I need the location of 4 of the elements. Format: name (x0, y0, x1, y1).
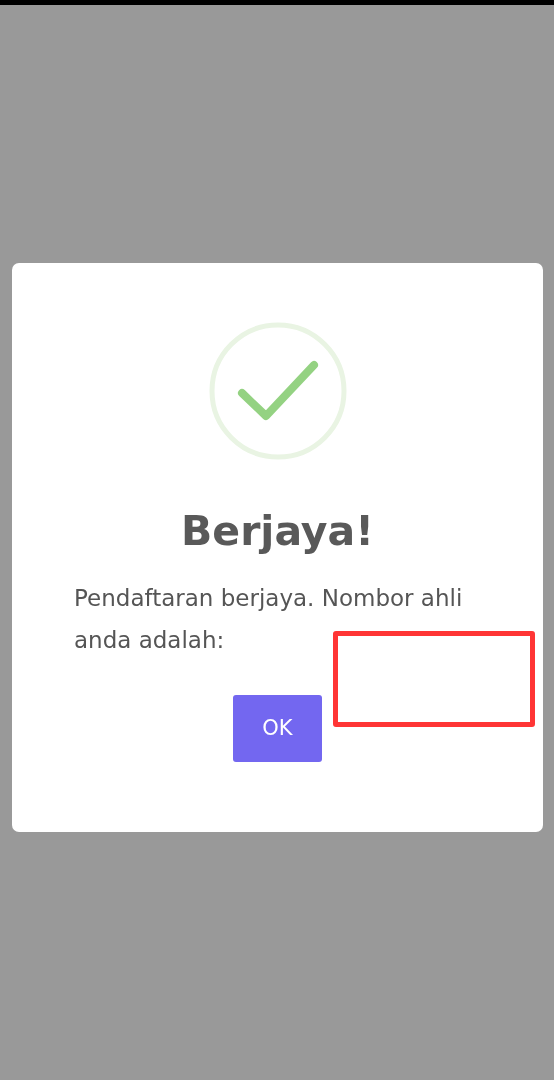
ok-button[interactable]: OK (233, 694, 322, 762)
success-check-icon (207, 321, 348, 461)
dialog-message: Pendaftaran berjaya. Nombor ahli anda adalah: (74, 584, 464, 655)
dialog-title: Berjaya! (181, 507, 374, 557)
